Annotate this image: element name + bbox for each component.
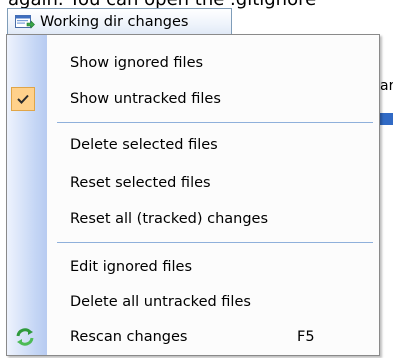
menu-item-show-ignored-files[interactable]: Show ignored files (7, 45, 379, 81)
menu-item-reset-selected-files[interactable]: Reset selected files (7, 165, 379, 201)
menu-item-delete-selected-files[interactable]: Delete selected files (7, 127, 379, 163)
tab-label: Working dir changes (40, 14, 189, 30)
menu-item-reset-all-tracked-changes[interactable]: Reset all (tracked) changes (7, 201, 379, 237)
menu-item-rescan-changes[interactable]: Rescan changes F5 (7, 319, 379, 355)
menu-item-label: Reset all (tracked) changes (70, 211, 269, 227)
menu-item-delete-all-untracked-files[interactable]: Delete all untracked files (7, 284, 379, 320)
menu-item-shortcut: F5 (297, 329, 315, 345)
checkmark-icon (11, 87, 35, 111)
menu-item-edit-ignored-files[interactable]: Edit ignored files (7, 249, 379, 285)
menu-item-label: Delete selected files (70, 137, 218, 153)
menu-item-label: Delete all untracked files (70, 294, 251, 310)
menu-separator (57, 122, 373, 123)
menu-separator (57, 242, 373, 243)
menu-item-label: Reset selected files (70, 175, 211, 191)
working-dir-changes-tab[interactable]: Working dir changes (7, 8, 232, 35)
menu-item-show-untracked-files[interactable]: Show untracked files (7, 81, 379, 117)
menu-item-label: Edit ignored files (70, 259, 192, 275)
refresh-icon (15, 327, 35, 347)
context-menu: Show ignored files Show untracked files … (6, 34, 380, 356)
menu-item-label: Show untracked files (70, 91, 221, 107)
menu-item-label: Rescan changes (70, 329, 188, 345)
background-side-text: ar (380, 78, 393, 94)
window-changes-icon (15, 14, 35, 30)
menu-item-label: Show ignored files (70, 55, 204, 71)
